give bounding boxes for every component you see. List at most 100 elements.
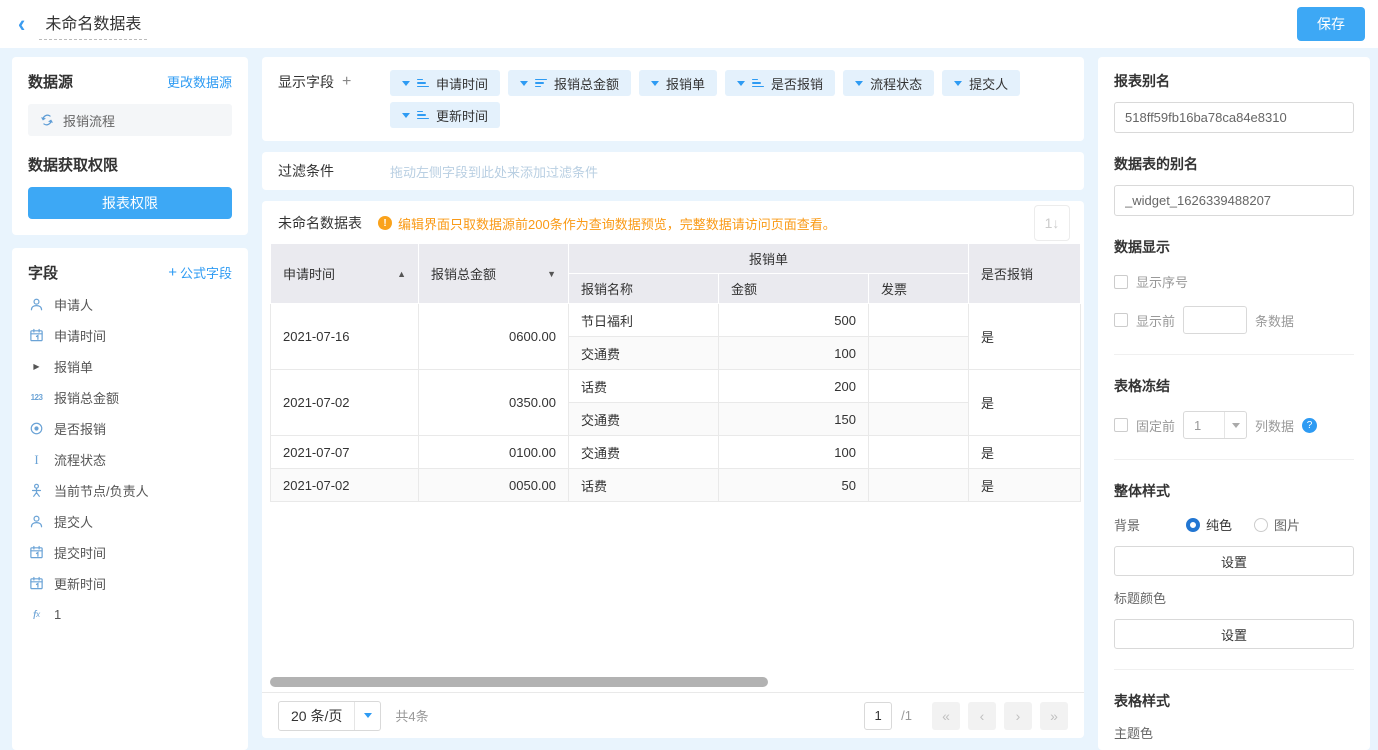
field-item[interactable]: fx1 xyxy=(28,599,232,630)
filter-panel: 过滤条件 拖动左侧字段到此处来添加过滤条件 xyxy=(262,152,1084,190)
display-field-chip-label: 是否报销 xyxy=(771,74,823,93)
field-item[interactable]: I流程状态 xyxy=(28,444,232,475)
table-cell: 2021-07-16 xyxy=(271,304,419,370)
display-field-chip-label: 申请时间 xyxy=(436,74,488,93)
display-field-chip-label: 报销单 xyxy=(666,74,705,93)
freeze-count-select[interactable]: 1 xyxy=(1183,411,1247,439)
display-field-chip[interactable]: 报销总金额 xyxy=(508,70,631,96)
change-datasource-link[interactable]: 更改数据源 xyxy=(167,72,232,91)
display-field-chip[interactable]: 提交人 xyxy=(942,70,1020,96)
chevron-down-icon xyxy=(402,81,410,86)
user-icon xyxy=(28,514,45,529)
field-item[interactable]: 提交人 xyxy=(28,506,232,537)
background-set-button[interactable]: 设置 xyxy=(1114,546,1354,576)
display-field-chip[interactable]: 流程状态 xyxy=(843,70,934,96)
freeze-checkbox[interactable] xyxy=(1114,418,1128,432)
add-display-field-icon[interactable]: + xyxy=(342,73,351,91)
page-size-select[interactable]: 20 条/页 xyxy=(278,701,381,731)
field-item[interactable]: 申请时间 xyxy=(28,320,232,351)
sort-asc-icon xyxy=(417,111,429,120)
report-permission-button[interactable]: 报表权限 xyxy=(28,187,232,219)
sort-desc-icon xyxy=(535,79,547,88)
center-column: 显示字段 + 申请时间报销总金额报销单是否报销流程状态提交人更新时间 过滤条件 … xyxy=(262,57,1084,750)
field-item-label: 当前节点/负责人 xyxy=(54,481,149,500)
row-limit-input[interactable] xyxy=(1183,306,1247,334)
field-item-label: 报销总金额 xyxy=(54,388,119,407)
display-field-chip[interactable]: 是否报销 xyxy=(725,70,835,96)
sort-asc-icon xyxy=(417,79,429,88)
settings-panel: 报表别名 数据表的别名 数据显示 显示序号 显示前 条数据 表格冻结 xyxy=(1098,57,1370,750)
table-cell: 150 xyxy=(719,403,869,436)
fields-heading: 字段 xyxy=(28,262,58,283)
prev-page-icon[interactable]: ‹ xyxy=(968,702,996,730)
table-alias-input[interactable] xyxy=(1114,185,1354,216)
field-item[interactable]: ▶报销单 xyxy=(28,351,232,382)
datasource-item[interactable]: 报销流程 xyxy=(28,104,232,136)
filter-label: 过滤条件 xyxy=(278,161,390,181)
number-icon: 123 xyxy=(28,393,45,402)
report-alias-input[interactable] xyxy=(1114,102,1354,133)
filter-dropzone[interactable]: 拖动左侧字段到此处来添加过滤条件 xyxy=(390,162,598,181)
row-order-icon[interactable]: 1↓ xyxy=(1034,205,1070,241)
col-header-total-amount[interactable]: 报销总金额▼ xyxy=(419,244,569,304)
help-icon[interactable]: ? xyxy=(1302,418,1317,433)
col-header-amount[interactable]: 金额 xyxy=(719,274,869,304)
field-item[interactable]: 当前节点/负责人 xyxy=(28,475,232,506)
background-label: 背景 xyxy=(1114,515,1186,534)
app-window: ‹ 未命名数据表 保存 数据源 更改数据源 报销流程 数据获取权限 报表权限 xyxy=(0,0,1378,750)
table-cell: 是 xyxy=(969,304,1081,370)
field-item[interactable]: 123 报销总金额 xyxy=(28,382,232,413)
show-first-checkbox[interactable] xyxy=(1114,313,1128,327)
back-icon[interactable]: ‹ xyxy=(18,12,25,36)
image-radio[interactable] xyxy=(1254,518,1268,532)
theme-color-label: 主题色 xyxy=(1114,723,1354,742)
page-title[interactable]: 未命名数据表 xyxy=(39,8,147,40)
field-item[interactable]: 提交时间 xyxy=(28,537,232,568)
chevron-down-icon xyxy=(1232,423,1240,428)
freeze-prefix-label: 固定前 xyxy=(1136,416,1175,435)
field-item[interactable]: 是否报销 xyxy=(28,413,232,444)
col-header-apply-time[interactable]: 申请时间▲ xyxy=(271,244,419,304)
top-bar: ‹ 未命名数据表 保存 xyxy=(0,0,1378,48)
table-row: 2021-07-020350.00话费200是 xyxy=(271,370,1081,403)
title-color-set-button[interactable]: 设置 xyxy=(1114,619,1354,649)
display-fields-label: 显示字段 xyxy=(278,72,334,92)
save-button[interactable]: 保存 xyxy=(1297,7,1365,41)
table-cell: 0100.00 xyxy=(419,436,569,469)
permission-heading: 数据获取权限 xyxy=(28,154,232,175)
col-header-reimbursed[interactable]: 是否报销 xyxy=(969,244,1081,304)
table-cell: 0050.00 xyxy=(419,469,569,502)
sort-asc-icon: ▲ xyxy=(397,269,406,279)
field-item-label: 申请时间 xyxy=(54,326,106,345)
divider xyxy=(1114,669,1354,670)
preview-notice: ! 编辑界面只取数据源前200条作为查询数据预览，完整数据请访问页面查看。 xyxy=(378,214,836,233)
horizontal-scrollbar[interactable] xyxy=(270,677,768,687)
field-item-label: 申请人 xyxy=(54,295,93,314)
solid-color-radio[interactable] xyxy=(1186,518,1200,532)
display-field-chip[interactable]: 更新时间 xyxy=(390,102,500,128)
col-header-name[interactable]: 报销名称 xyxy=(569,274,719,304)
col-header-invoice[interactable]: 发票 xyxy=(869,274,969,304)
sort-asc-icon xyxy=(752,79,764,88)
col-header-reimburse-group[interactable]: 报销单 xyxy=(569,244,969,274)
show-index-checkbox[interactable] xyxy=(1114,275,1128,289)
page-number-input[interactable] xyxy=(864,702,892,730)
first-page-icon[interactable]: « xyxy=(932,702,960,730)
table-cell: 是 xyxy=(969,469,1081,502)
field-item-label: 1 xyxy=(54,607,61,622)
report-alias-heading: 报表别名 xyxy=(1114,71,1354,91)
table-cell xyxy=(869,469,969,502)
add-formula-field-link[interactable]: + 公式字段 xyxy=(168,263,232,282)
field-item[interactable]: 申请人 xyxy=(28,289,232,320)
text-icon: I xyxy=(28,452,45,468)
display-field-chip[interactable]: 报销单 xyxy=(639,70,717,96)
table-cell: 50 xyxy=(719,469,869,502)
field-item[interactable]: 更新时间 xyxy=(28,568,232,599)
display-field-chip[interactable]: 申请时间 xyxy=(390,70,500,96)
page-total: /1 xyxy=(901,708,912,723)
preview-title: 未命名数据表 xyxy=(278,213,362,233)
sort-desc-icon: ▼ xyxy=(547,269,556,279)
last-page-icon[interactable]: » xyxy=(1040,702,1068,730)
radio-icon xyxy=(28,421,45,436)
next-page-icon[interactable]: › xyxy=(1004,702,1032,730)
